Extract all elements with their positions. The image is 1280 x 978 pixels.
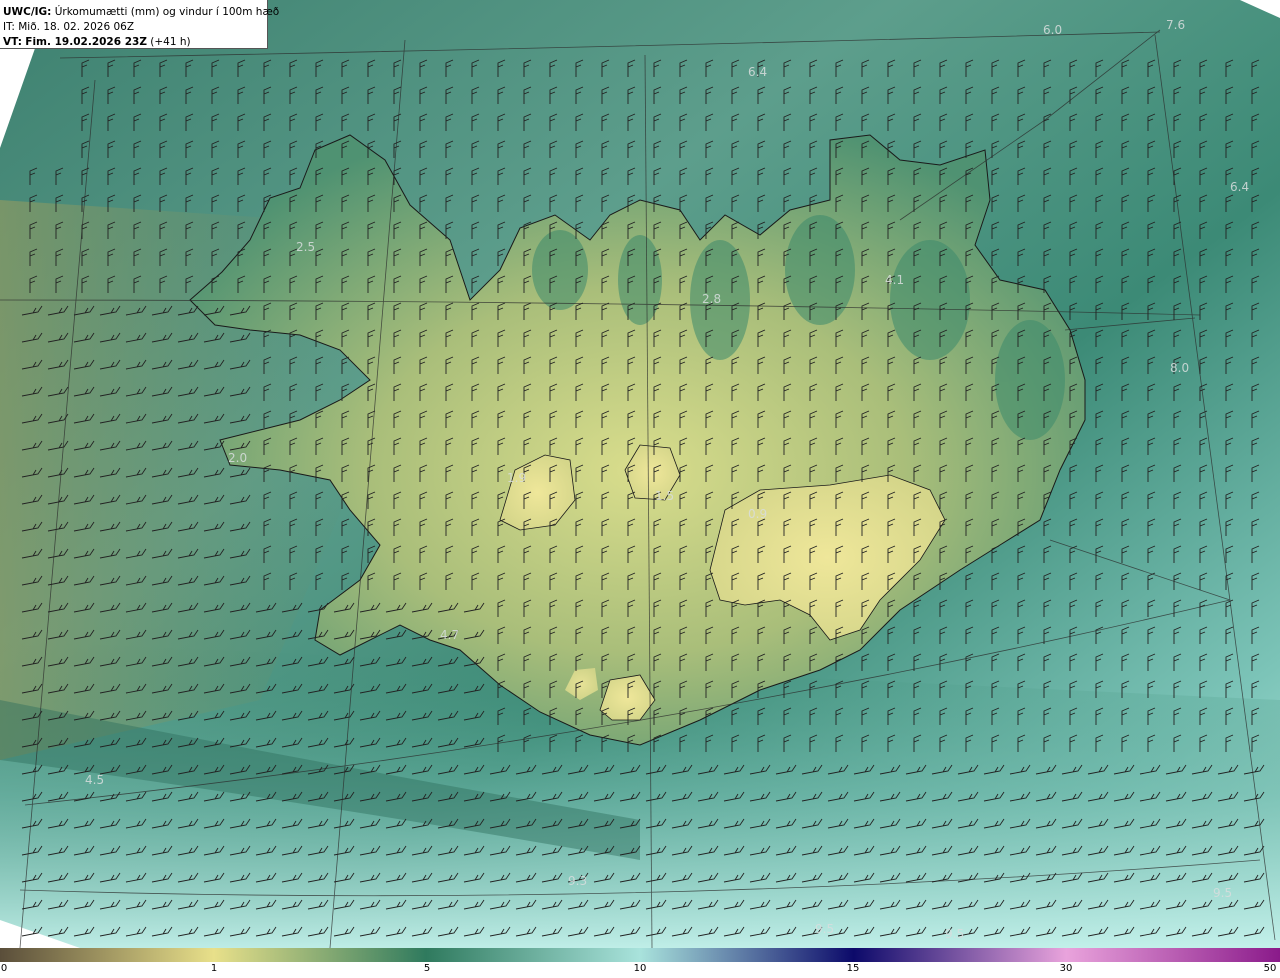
value-label: 0.9 [748, 507, 767, 521]
colorbar-strip [0, 948, 1280, 962]
model-name: UWC/IG: [3, 6, 52, 18]
colorbar-tick: 50 [1263, 963, 1277, 974]
value-label: 4.1 [885, 273, 904, 287]
value-label: 4.7 [440, 628, 459, 642]
colorbar-tick: 30 [1059, 963, 1073, 974]
colorbar-tick: 10 [633, 963, 647, 974]
value-label: 9.5 [1213, 886, 1232, 900]
colorbar: 0 1 5 10 15 30 50 [0, 948, 1280, 978]
colorbar-tick: 15 [846, 963, 860, 974]
value-label: 8.0 [1170, 361, 1189, 375]
value-label: 2.0 [228, 451, 247, 465]
value-label: 9.5 [815, 922, 834, 936]
value-label: 7.6 [1166, 18, 1185, 32]
value-label: 2.5 [296, 240, 315, 254]
value-label: 6.4 [1230, 180, 1249, 194]
colorbar-tick: 0 [0, 963, 8, 974]
it-label: IT: [3, 21, 15, 33]
value-label: 1.5 [655, 489, 674, 503]
it-value: Mið. 18. 02. 2026 06Z [18, 21, 135, 33]
vt-label: VT: [3, 36, 22, 48]
value-label: 6.4 [748, 65, 767, 79]
value-label: 4.5 [85, 773, 104, 787]
product-title: Úrkomumætti (mm) og vindur í 100m hæð [54, 6, 280, 18]
value-label: 1.9 [507, 471, 526, 485]
product-title-line: UWC/IG: Úrkomumætti (mm) og vindur í 100… [3, 5, 279, 20]
value-label: 2.8 [702, 292, 721, 306]
colorbar-tick: 1 [210, 963, 218, 974]
vt-lead: (+41 h) [150, 36, 191, 48]
colorbar-tick: 5 [423, 963, 431, 974]
forecast-info-box: UWC/IG: Úrkomumætti (mm) og vindur í 100… [0, 0, 279, 50]
precipitable-water-map: 6.0 7.6 6.4 6.4 2.5 4.1 8.0 2.8 2.0 1.9 … [0, 0, 1280, 948]
value-label: 6.0 [1043, 23, 1062, 37]
map-canvas[interactable]: 6.0 7.6 6.4 6.4 2.5 4.1 8.0 2.8 2.0 1.9 … [0, 0, 1280, 948]
vt-value: Fim. 19.02.2026 23Z [25, 36, 147, 48]
value-label: 9.3 [568, 874, 587, 888]
valid-time-line: VT: Fim. 19.02.2026 23Z (+41 h) [3, 35, 267, 50]
initial-time-line: IT: Mið. 18. 02. 2026 06Z [3, 20, 267, 35]
value-label: 9.5 [945, 927, 964, 941]
